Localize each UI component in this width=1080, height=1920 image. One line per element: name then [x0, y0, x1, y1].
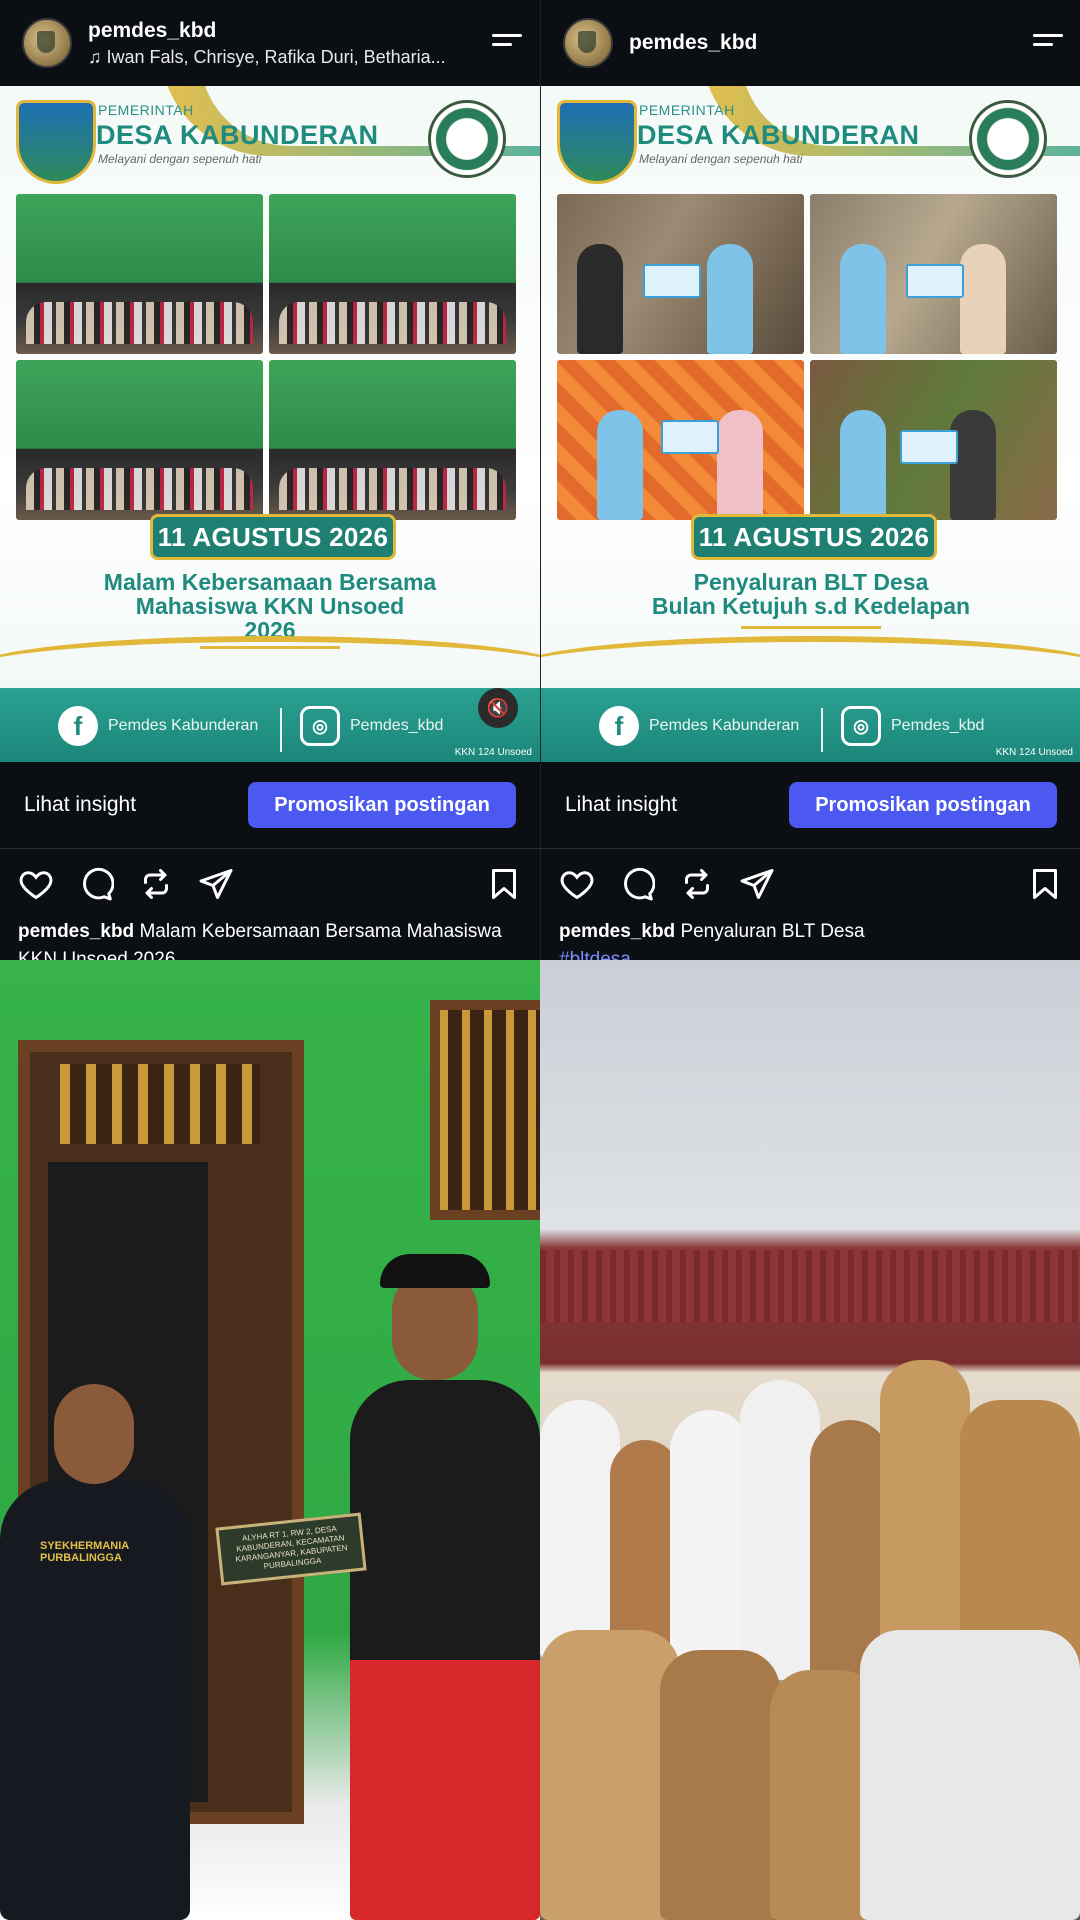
instagram-icon: ◎ [841, 706, 881, 746]
person-left: SYEKHERMANIA PURBALINGGA [0, 1384, 190, 1920]
repost-icon[interactable] [679, 866, 715, 902]
music-label[interactable]: ♫ Iwan Fals, Chrisye, Rafika Duri, Betha… [88, 47, 446, 68]
group-photo [269, 194, 516, 354]
aid-handover-photo [810, 194, 1057, 354]
kids-group [540, 1360, 1080, 1920]
post-header: pemdes_kbd ♫ Iwan Fals, Chrisye, Rafika … [0, 0, 540, 86]
share-send-icon[interactable] [198, 866, 234, 902]
post-header: pemdes_kbd [541, 0, 1080, 86]
post-caption: pemdes_kbd Penyaluran BLT Desa #bltdesa [559, 918, 1069, 960]
caption-text: Penyaluran BLT Desa [680, 921, 865, 942]
like-heart-icon[interactable] [18, 866, 54, 902]
post-2: pemdes_kbd PEMERINTAH DESA KABUNDERAN Me… [540, 0, 1080, 960]
post-username[interactable]: pemdes_kbd [629, 31, 757, 55]
group-photo [16, 194, 263, 354]
instagram-handle: Pemdes_kbd [350, 717, 444, 734]
caption-username[interactable]: pemdes_kbd [559, 921, 675, 942]
kkn-logo-icon [428, 100, 506, 178]
facebook-icon: f [599, 706, 639, 746]
poster-photo-grid [16, 194, 516, 520]
poster-photo-grid [557, 194, 1057, 520]
poster-date: 11 AGUSTUS 2026 [691, 514, 937, 560]
screen-grid: pemdes_kbd ♫ Iwan Fals, Chrisye, Rafika … [0, 0, 1080, 1920]
aid-handover-photo [557, 360, 804, 520]
poster-header-big: DESA KABUNDERAN [637, 120, 920, 150]
poster-footer: f Pemdes Kabunderan ◎ Pemdes_kbd KKN 124… [541, 688, 1080, 762]
profile-avatar[interactable] [563, 18, 613, 68]
poster-tagline: Melayani dengan sepenuh hati [98, 152, 262, 166]
aid-handover-photo [557, 194, 804, 354]
instagram-icon: ◎ [300, 706, 340, 746]
repost-icon[interactable] [138, 866, 174, 902]
save-bookmark-icon[interactable] [486, 866, 522, 902]
group-photo [269, 360, 516, 520]
caption-hashtag[interactable]: #bltdesa [559, 949, 631, 960]
poster-corner-label: KKN 124 Unsoed [454, 747, 532, 758]
menu-icon[interactable] [492, 34, 522, 52]
photo-4[interactable] [540, 960, 1080, 1920]
comment-icon[interactable] [619, 866, 655, 902]
view-insights-link[interactable]: Lihat insight [565, 793, 677, 817]
post-image[interactable]: PEMERINTAH DESA KABUNDERAN Melayani deng… [0, 86, 540, 762]
poster-divider [741, 626, 881, 629]
poster-title-line: Penyaluran BLT Desa [693, 569, 929, 595]
facebook-handle: Pemdes Kabunderan [649, 717, 800, 734]
action-bar [541, 850, 1080, 918]
post-caption: pemdes_kbd Malam Kebersamaan Bersama Mah… [18, 918, 528, 960]
comment-icon[interactable] [78, 866, 114, 902]
save-bookmark-icon[interactable] [1027, 866, 1063, 902]
school-kids-photo [540, 960, 1080, 1920]
poster-tagline: Melayani dengan sepenuh hati [639, 152, 803, 166]
group-photo [16, 360, 263, 520]
village-emblem-icon [557, 100, 637, 184]
shirt-text: SYEKHERMANIA PURBALINGGA [40, 1540, 129, 1564]
poster-header-small: PEMERINTAH [98, 102, 194, 118]
share-send-icon[interactable] [739, 866, 775, 902]
poster-title-line: Malam Kebersamaan Bersama [103, 569, 437, 595]
post-username[interactable]: pemdes_kbd [88, 19, 446, 43]
poster-title-line: Mahasiswa KKN Unsoed [135, 593, 405, 619]
promote-post-button[interactable]: Promosikan postingan [789, 782, 1057, 828]
kkn-logo-icon [969, 100, 1047, 178]
menu-icon[interactable] [1033, 34, 1063, 52]
profile-avatar[interactable] [22, 18, 72, 68]
post-1: pemdes_kbd ♫ Iwan Fals, Chrisye, Rafika … [0, 0, 540, 960]
poster-date: 11 AGUSTUS 2026 [150, 514, 396, 560]
action-bar [0, 850, 540, 918]
poster-footer: f Pemdes Kabunderan ◎ Pemdes_kbd KKN 124… [0, 688, 540, 762]
aid-handover-photo [810, 360, 1057, 520]
post-image[interactable]: PEMERINTAH DESA KABUNDERAN Melayani deng… [541, 86, 1080, 762]
poster-corner-label: KKN 124 Unsoed [995, 747, 1073, 758]
facebook-handle: Pemdes Kabunderan [108, 717, 259, 734]
photo-3[interactable]: SYEKHERMANIA PURBALINGGA ALYHA RT 1, RW … [0, 960, 540, 1920]
poster-header-big: DESA KABUNDERAN [96, 120, 379, 150]
mute-icon[interactable]: 🔇 [478, 688, 518, 728]
like-heart-icon[interactable] [559, 866, 595, 902]
insight-row: Lihat insight Promosikan postingan [541, 762, 1080, 849]
caption-username[interactable]: pemdes_kbd [18, 921, 134, 942]
promote-post-button[interactable]: Promosikan postingan [248, 782, 516, 828]
insight-row: Lihat insight Promosikan postingan [0, 762, 540, 849]
poster-title-line: Bulan Ketujuh s.d Kedelapan [651, 593, 971, 619]
view-insights-link[interactable]: Lihat insight [24, 793, 136, 817]
plaque-handover-photo: SYEKHERMANIA PURBALINGGA ALYHA RT 1, RW … [0, 960, 540, 1920]
poster-header-small: PEMERINTAH [639, 102, 735, 118]
person-right [350, 1254, 540, 1920]
facebook-icon: f [58, 706, 98, 746]
village-emblem-icon [16, 100, 96, 184]
instagram-handle: Pemdes_kbd [891, 717, 985, 734]
